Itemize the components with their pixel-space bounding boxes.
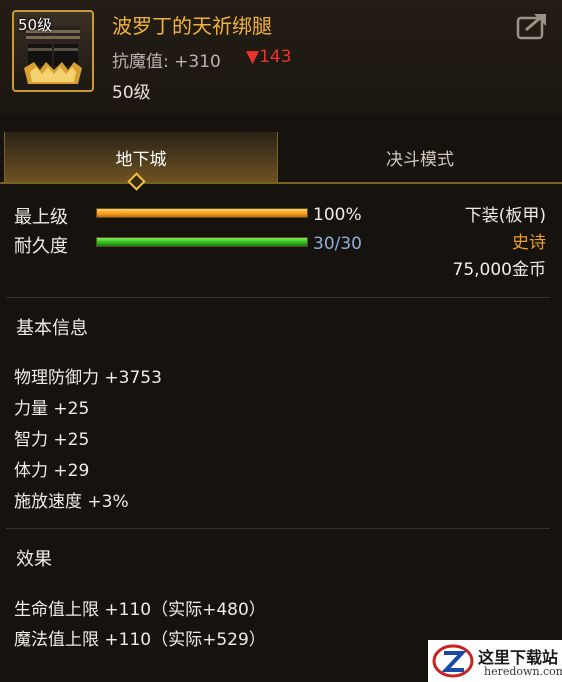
share-button[interactable] bbox=[516, 12, 548, 40]
mode-tabs: 地下城 决斗模式 bbox=[0, 132, 562, 184]
basic-info-title: 基本信息 bbox=[16, 318, 88, 339]
item-name: 波罗丁的天祈绑腿 bbox=[112, 14, 272, 38]
watermark-logo-icon bbox=[432, 644, 474, 678]
divider bbox=[6, 528, 550, 529]
effect-line: 魔法值上限 +110（实际+529） bbox=[14, 630, 266, 650]
effect-line: 生命值上限 +110（实际+480） bbox=[14, 600, 266, 620]
stat-line: 物理防御力 +3753 bbox=[14, 368, 162, 388]
effects-title: 效果 bbox=[16, 549, 52, 570]
durability-value: 30/30 bbox=[313, 234, 362, 254]
item-icon-frame[interactable]: 50级 bbox=[12, 10, 94, 92]
share-icon bbox=[516, 14, 546, 40]
max-level-value: 100% bbox=[313, 205, 362, 225]
max-level-bar-fill bbox=[97, 209, 307, 217]
stat-line: 施放速度 +3% bbox=[14, 492, 129, 512]
max-level-label: 最上级 bbox=[14, 207, 68, 228]
required-level: 50级 bbox=[112, 83, 151, 103]
rarity-label: 史诗 bbox=[512, 233, 546, 253]
durability-bar-fill bbox=[97, 238, 307, 246]
watermark: 这里下载站 heredown.com bbox=[428, 640, 562, 682]
item-level-badge: 50级 bbox=[18, 16, 53, 34]
stat-line: 智力 +25 bbox=[14, 430, 90, 450]
stat-line: 体力 +29 bbox=[14, 461, 90, 481]
divider bbox=[6, 297, 550, 298]
durability-label: 耐久度 bbox=[14, 236, 68, 257]
watermark-url: heredown.com bbox=[484, 665, 562, 678]
magic-resist-delta: ▼143 bbox=[246, 47, 292, 67]
tab-dungeon[interactable]: 地下城 bbox=[4, 132, 278, 182]
item-header: 50级 波罗丁的天祈绑腿 抗魔值: +310 ▼143 50级 bbox=[0, 0, 562, 116]
max-level-bar bbox=[96, 208, 308, 218]
magic-resist-value: 抗魔值: +310 bbox=[112, 52, 221, 72]
durability-bar bbox=[96, 237, 308, 247]
equipment-slot: 下装(板甲) bbox=[464, 206, 546, 226]
stat-line: 力量 +25 bbox=[14, 399, 90, 419]
tab-duel-mode[interactable]: 决斗模式 bbox=[282, 132, 558, 182]
item-price: 75,000金币 bbox=[452, 260, 546, 280]
